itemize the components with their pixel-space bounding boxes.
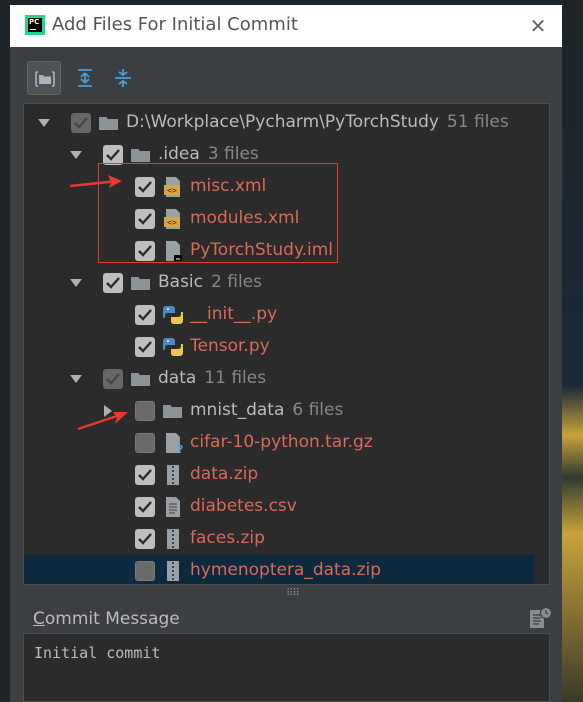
close-button[interactable]: ✕	[526, 14, 550, 38]
toolbar	[10, 47, 562, 99]
expanded-arrow-icon[interactable]	[70, 373, 82, 385]
tree-file-row[interactable]: hymenoptera_data.zip	[24, 555, 534, 584]
annotation-arrow-icon	[77, 412, 128, 431]
file-count: 6 files	[292, 400, 344, 420]
group-by-directory-button[interactable]	[27, 61, 61, 95]
item-name: hymenoptera_data.zip	[190, 560, 381, 580]
tree-item-label: Tensor.py	[190, 336, 270, 356]
archive-file-icon	[167, 561, 179, 581]
include-checkbox[interactable]	[103, 145, 123, 165]
expand-all-icon	[78, 69, 92, 87]
group-by-directory-icon	[35, 71, 55, 87]
item-name: Tensor.py	[190, 336, 270, 356]
add-files-dialog: PC Add Files For Initial Commit ✕ D:\Wor…	[10, 5, 562, 702]
checkmark-icon	[138, 469, 152, 481]
checkmark-icon	[138, 533, 152, 545]
item-name: mnist_data	[190, 400, 285, 420]
tree-item-label: mnist_data 6 files	[190, 400, 343, 420]
unknown-file-icon: ?	[166, 433, 183, 454]
tree-item-label: data 11 files	[158, 368, 266, 388]
archive-file-icon	[167, 529, 179, 549]
expanded-arrow-icon[interactable]	[38, 117, 50, 129]
tree-item-label: .idea 3 files	[158, 144, 259, 164]
include-checkbox[interactable]	[135, 465, 155, 485]
file-count: 11 files	[204, 368, 267, 388]
include-checkbox[interactable]	[135, 529, 155, 549]
tree-item-label: Basic 2 files	[158, 272, 262, 292]
item-name: diabetes.csv	[190, 496, 297, 516]
python-file-icon	[163, 306, 183, 324]
include-checkbox[interactable]	[135, 305, 155, 325]
collapse-all-button[interactable]	[106, 61, 140, 95]
tree-item-label: __init__.py	[190, 304, 277, 324]
folder-icon	[131, 373, 150, 386]
tree-item-label: diabetes.csv	[190, 496, 297, 516]
expanded-arrow-icon[interactable]	[70, 149, 82, 161]
item-name: data.zip	[190, 464, 259, 484]
item-name: D:\Workplace\Pycharm\PyTorchStudy	[126, 112, 439, 132]
tree-item-label: hymenoptera_data.zip	[190, 560, 381, 580]
checkmark-icon	[138, 341, 152, 353]
python-file-icon	[163, 338, 183, 356]
include-checkbox[interactable]	[135, 337, 155, 357]
item-name: faces.zip	[190, 528, 265, 548]
text-file-icon	[166, 497, 180, 517]
expand-all-button[interactable]	[68, 61, 102, 95]
item-name: .idea	[158, 144, 200, 164]
tree-file-row[interactable]: diabetes.csv	[24, 491, 534, 523]
checkmark-icon	[138, 501, 152, 513]
desktop-background-left	[0, 0, 10, 702]
tree-folder-row[interactable]: data 11 files	[24, 363, 534, 395]
tree-item-label: D:\Workplace\Pycharm\PyTorchStudy 51 file…	[126, 112, 509, 132]
item-name: Basic	[158, 272, 204, 292]
tree-folder-row[interactable]: D:\Workplace\Pycharm\PyTorchStudy 51 file…	[24, 107, 534, 139]
tree-file-row[interactable]: __init__.py	[24, 299, 534, 331]
tree-file-row[interactable]: Tensor.py	[24, 331, 534, 363]
checkmark-icon	[138, 309, 152, 321]
tree-item-label: data.zip	[190, 464, 258, 484]
desktop-background-right	[562, 0, 583, 702]
folder-icon	[163, 405, 182, 418]
checkmark-icon	[106, 277, 120, 289]
commit-history-icon[interactable]	[527, 606, 553, 630]
file-count: 2 files	[211, 272, 262, 292]
tree-item-label: cifar-10-python.tar.gz	[190, 432, 373, 452]
include-checkbox[interactable]	[103, 369, 123, 389]
checkmark-icon	[106, 373, 120, 385]
item-name: data	[158, 368, 197, 388]
tree-item-label: faces.zip	[190, 528, 265, 548]
checkmark-icon	[74, 117, 88, 129]
archive-file-icon	[167, 465, 179, 485]
collapse-all-icon	[115, 69, 131, 87]
expanded-arrow-icon[interactable]	[70, 277, 82, 289]
splitter-grip[interactable]: ⠿⠿	[286, 588, 300, 599]
folder-icon	[131, 277, 150, 290]
include-checkbox[interactable]	[135, 433, 155, 453]
checkmark-icon	[106, 149, 120, 161]
commit-message-input[interactable]: Initial commit	[23, 633, 550, 702]
annotation-arrow-icon	[69, 175, 122, 188]
annotation-highlight-box	[98, 163, 338, 263]
include-checkbox[interactable]	[103, 273, 123, 293]
pycharm-app-icon: PC	[25, 15, 45, 35]
file-count: 3 files	[207, 144, 259, 164]
title-bar: PC Add Files For Initial Commit ✕	[10, 5, 562, 47]
item-name: cifar-10-python.tar.gz	[190, 432, 373, 452]
tree-file-row[interactable]: data.zip	[24, 459, 534, 491]
dialog-title: Add Files For Initial Commit	[52, 14, 298, 35]
include-checkbox[interactable]	[135, 561, 155, 581]
include-checkbox[interactable]	[71, 113, 91, 133]
item-name: __init__.py	[190, 304, 278, 324]
tree-file-row[interactable]: faces.zip	[24, 523, 534, 555]
tree-folder-row[interactable]: Basic 2 files	[24, 267, 534, 299]
include-checkbox[interactable]	[135, 401, 155, 421]
folder-icon	[99, 117, 118, 130]
svg-text:?: ?	[177, 443, 183, 454]
file-count: 51 files	[446, 112, 509, 132]
commit-message-label: Commit Message	[33, 609, 180, 629]
include-checkbox[interactable]	[135, 497, 155, 517]
